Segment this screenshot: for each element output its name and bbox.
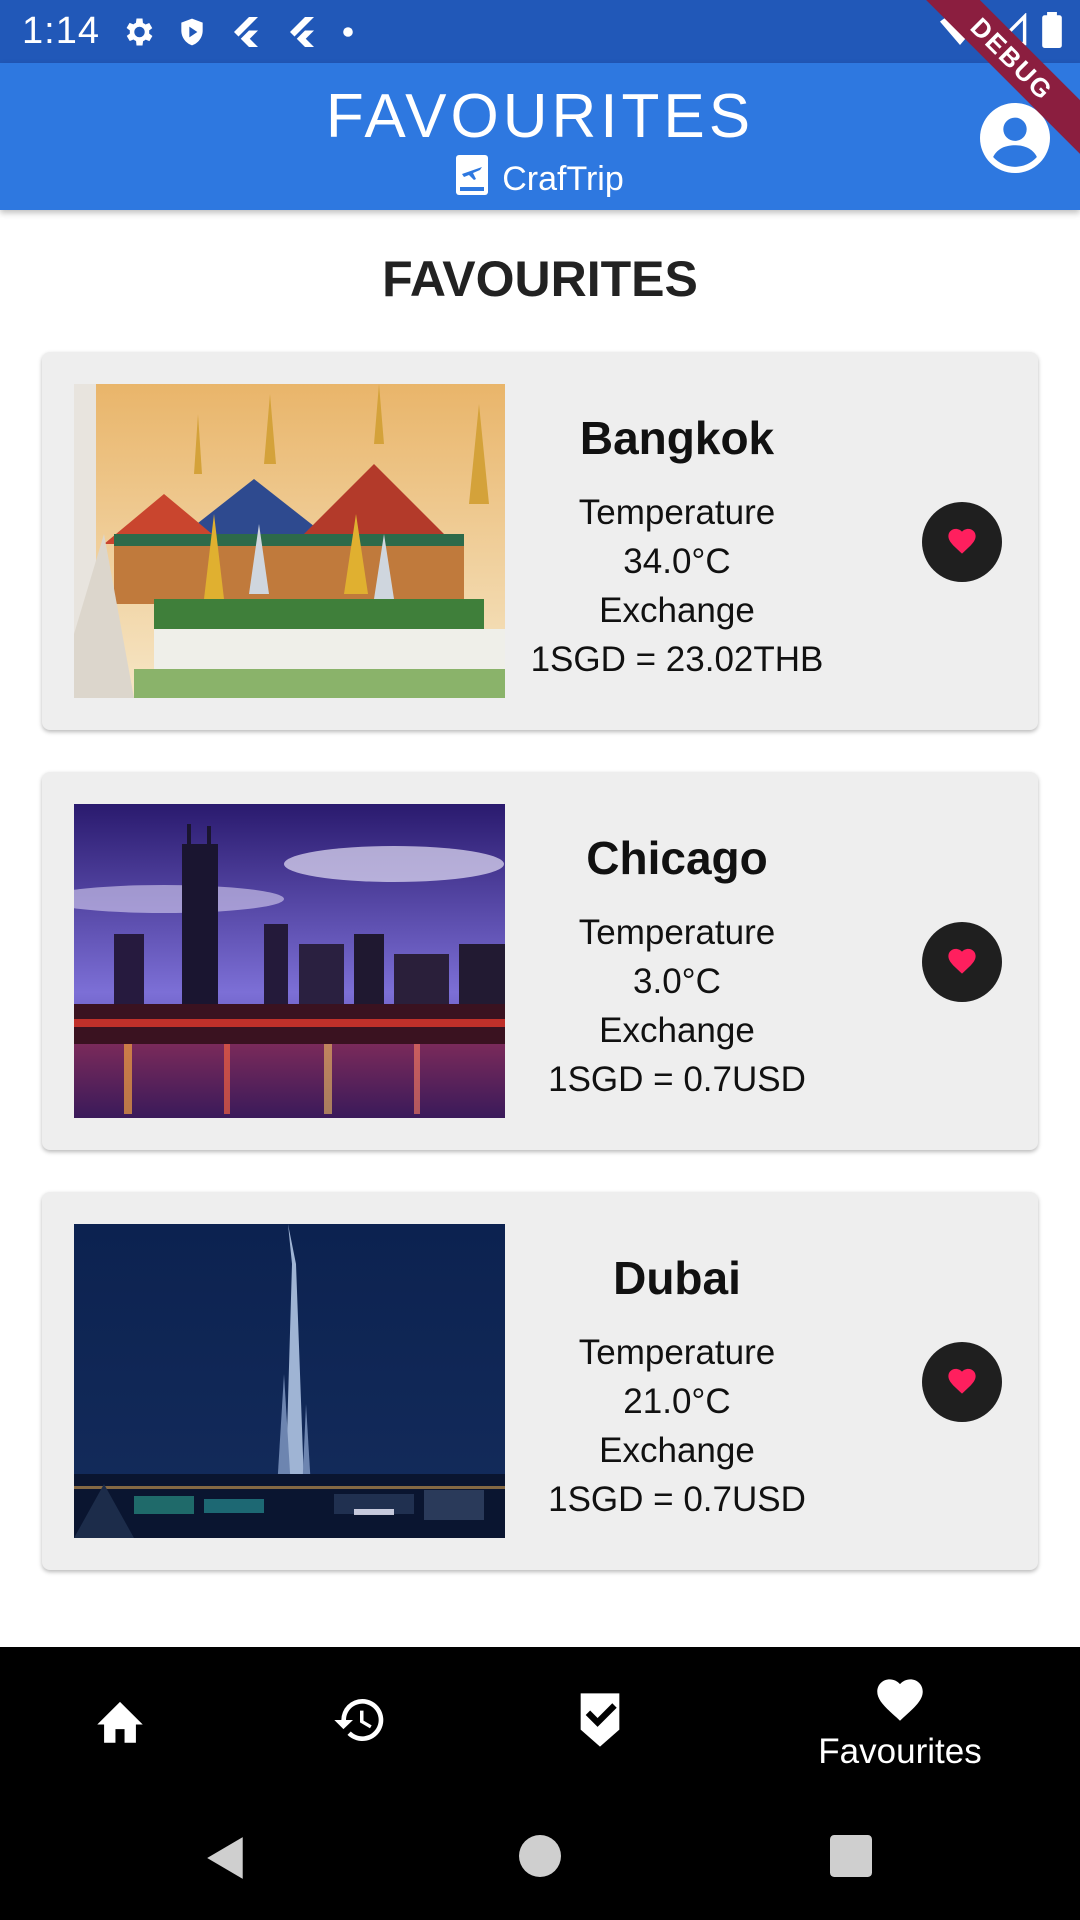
temperature-label: Temperature: [578, 1333, 776, 1372]
signal-icon: [993, 11, 1028, 52]
home-button[interactable]: [519, 1835, 561, 1882]
dot-icon: [340, 24, 356, 40]
temperature-value: 21.0°C: [623, 1382, 731, 1421]
back-icon: [205, 1837, 247, 1885]
nav-item-favourites[interactable]: Favourites: [790, 1647, 1010, 1797]
city-name: Dubai: [613, 1252, 741, 1304]
app-subtitle-label: CrafTrip: [502, 160, 624, 198]
exchange-label: Exchange: [599, 591, 755, 630]
settings-icon: [120, 14, 156, 50]
city-name: Bangkok: [579, 412, 775, 464]
status-icons-right: [940, 11, 1062, 53]
recents-button[interactable]: [830, 1835, 872, 1882]
app-bar: FAVOURITES CrafTrip: [0, 63, 1080, 210]
favourite-toggle-button[interactable]: [922, 502, 1002, 582]
page-heading: FAVOURITES: [382, 251, 698, 307]
card-info: Chicago Temperature 3.0°C Exchange 1SGD …: [512, 830, 842, 1104]
temperature-value: 34.0°C: [623, 542, 731, 581]
exchange-label: Exchange: [599, 1011, 755, 1050]
favourite-toggle-button[interactable]: [922, 1342, 1002, 1422]
flutter-icon: [284, 14, 320, 50]
exchange-label: Exchange: [599, 1431, 755, 1470]
bangkok-grand-palace-image: [74, 384, 505, 698]
recents-icon: [830, 1835, 872, 1881]
favourite-toggle-button[interactable]: [922, 922, 1002, 1002]
heart-icon: [872, 1673, 928, 1728]
flight-book-icon: [456, 155, 489, 204]
app-title: FAVOURITES: [325, 82, 755, 151]
temperature-label: Temperature: [578, 913, 776, 952]
nav-item-home[interactable]: [60, 1647, 180, 1797]
chicago-skyline-image: [74, 804, 505, 1118]
status-bar: 1:14: [0, 0, 1080, 63]
card-info: Bangkok Temperature 34.0°C Exchange 1SGD…: [512, 410, 842, 684]
history-icon: [332, 1692, 388, 1753]
checklist-icon: [575, 1691, 625, 1754]
shield-icon: [176, 14, 208, 50]
profile-button[interactable]: [980, 103, 1050, 173]
bottom-navigation: Favourites: [0, 1647, 1080, 1797]
heart-icon: [945, 525, 979, 560]
account-circle-icon: [980, 103, 1050, 177]
home-icon: [92, 1695, 148, 1750]
favourite-card-bangkok[interactable]: Bangkok Temperature 34.0°C Exchange 1SGD…: [42, 352, 1038, 730]
nav-item-history[interactable]: [300, 1647, 420, 1797]
battery-icon: [1042, 11, 1062, 53]
heart-icon: [945, 945, 979, 980]
card-info: Dubai Temperature 21.0°C Exchange 1SGD =…: [512, 1250, 842, 1524]
dubai-burj-khalifa-image: [74, 1224, 505, 1538]
temperature-label: Temperature: [578, 493, 776, 532]
wifi-icon: [940, 13, 980, 52]
flutter-icon: [228, 14, 264, 50]
home-circle-icon: [519, 1835, 561, 1881]
back-button[interactable]: [205, 1835, 247, 1886]
exchange-value: 1SGD = 0.7USD: [548, 1480, 806, 1519]
nav-item-checklist[interactable]: [540, 1647, 660, 1797]
nav-label-favourites: Favourites: [818, 1731, 982, 1771]
status-time: 1:14: [22, 10, 100, 52]
city-name: Chicago: [586, 832, 768, 884]
heart-icon: [945, 1365, 979, 1400]
exchange-value: 1SGD = 23.02THB: [530, 640, 824, 679]
favourite-card-chicago[interactable]: Chicago Temperature 3.0°C Exchange 1SGD …: [42, 772, 1038, 1150]
status-icons-left: [120, 12, 356, 52]
favourite-card-dubai[interactable]: Dubai Temperature 21.0°C Exchange 1SGD =…: [42, 1192, 1038, 1570]
exchange-value: 1SGD = 0.7USD: [548, 1060, 806, 1099]
app-subtitle: CrafTrip: [0, 155, 1080, 204]
system-navigation: [0, 1797, 1080, 1920]
temperature-value: 3.0°C: [633, 962, 721, 1001]
